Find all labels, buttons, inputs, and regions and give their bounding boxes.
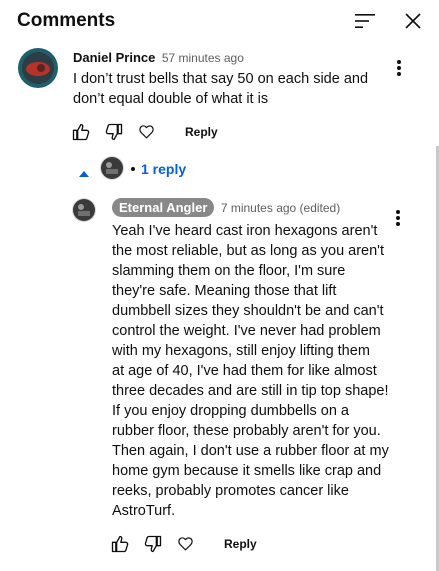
panel-title: Comments: [17, 10, 116, 31]
separator-dot: [131, 167, 135, 171]
more-options-icon[interactable]: [394, 58, 404, 78]
reply-text-line: home gym because it smells like crap and: [112, 463, 382, 479]
reply-text-line: If you enjoy dropping dumbbells on a: [112, 403, 349, 419]
comment-timestamp[interactable]: 57 minutes ago: [162, 51, 244, 65]
author-badge[interactable]: Eternal Angler: [112, 198, 215, 217]
avatar[interactable]: [72, 198, 96, 222]
reply-text-line: Then again, I don't use a rubber floor a…: [112, 443, 389, 459]
heart-icon[interactable]: [138, 123, 155, 145]
reply-text: Yeah I've heard cast iron hexagons aren'…: [112, 221, 402, 521]
reply-text-line: control the weight. I've never had probl…: [112, 323, 381, 339]
like-icon[interactable]: [71, 122, 91, 147]
avatar[interactable]: [18, 48, 58, 88]
reply-header: Eternal Angler 7 minutes ago (edited): [112, 198, 340, 217]
reply-text-line: at age of 40, I've had them for like alm…: [112, 363, 377, 379]
reply-text-line: the most reliable, but as long as you ar…: [112, 243, 384, 259]
reply-text-line: three decades and are still in tip top s…: [112, 383, 389, 399]
reply-text-line: dumbbell sizes they shouldn't be and can…: [112, 303, 384, 319]
reply-text-line: AstroTurf.: [112, 503, 176, 519]
reply-text-line: they're safe. Meaning those that lift: [112, 283, 337, 299]
reply-button[interactable]: Reply: [185, 125, 218, 139]
comments-header: Comments: [0, 0, 439, 42]
comment-text-line: don’t equal double of what it is: [73, 91, 269, 107]
comment-author[interactable]: Daniel Prince: [73, 50, 155, 65]
dislike-icon[interactable]: [104, 122, 124, 147]
reply-text-line: slamming them on the floor, I'm sure: [112, 263, 346, 279]
replies-count-label[interactable]: 1 reply: [141, 161, 186, 177]
avatar: [100, 156, 124, 180]
reply-text-line: rubber floor, these probably aren't for …: [112, 423, 381, 439]
comment-text-line: I don’t trust bells that say 50 on each …: [73, 71, 369, 87]
like-icon[interactable]: [110, 534, 130, 559]
comment-text: I don’t trust bells that say 50 on each …: [73, 69, 403, 109]
reply-button[interactable]: Reply: [224, 537, 257, 551]
dislike-icon[interactable]: [143, 534, 163, 559]
sort-icon[interactable]: [354, 11, 376, 31]
comment-header: Daniel Prince 57 minutes ago: [73, 49, 244, 67]
close-icon[interactable]: [403, 11, 423, 31]
reply-text-line: reeks, probably promotes cancer like: [112, 483, 349, 499]
heart-icon[interactable]: [177, 535, 194, 557]
reply-text-line: with my hexagons, still enjoy lifting th…: [112, 343, 370, 359]
reply-timestamp[interactable]: 7 minutes ago (edited): [221, 201, 340, 215]
reply-text-line: Yeah I've heard cast iron hexagons aren'…: [112, 223, 378, 239]
chevron-up-icon: [78, 165, 90, 183]
